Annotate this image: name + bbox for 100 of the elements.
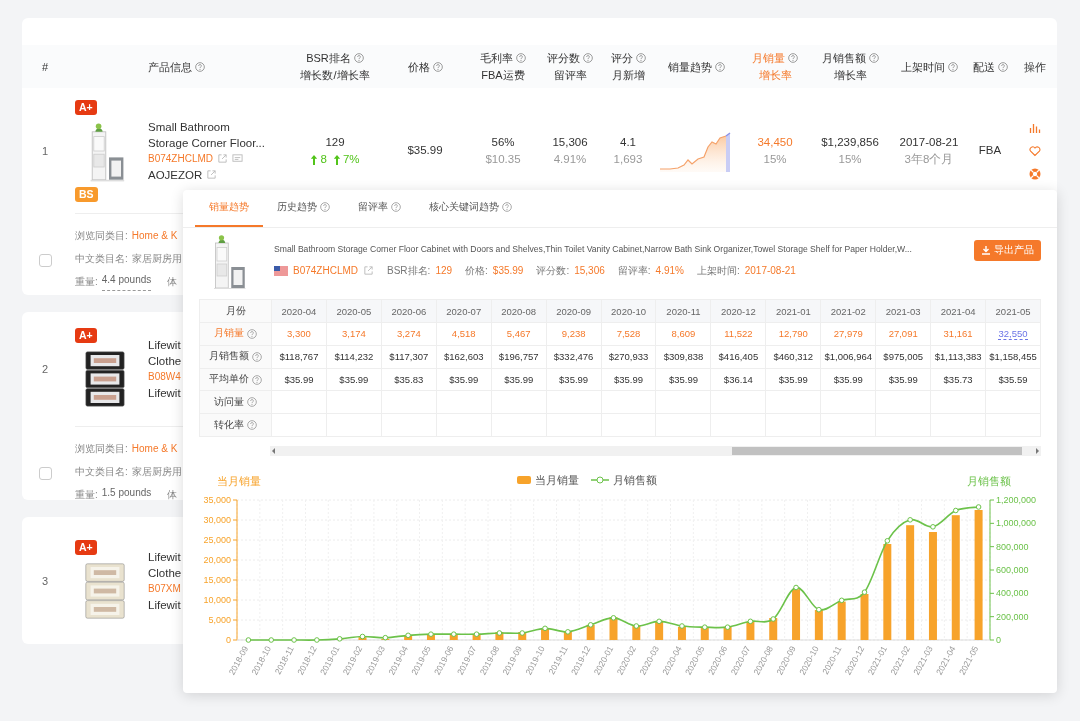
table-cell: $35.73 — [931, 368, 987, 392]
row-header: 月销量 — [214, 327, 244, 341]
column-subheader: 增长率 — [758, 68, 792, 82]
column-header: 2020-12 — [711, 300, 767, 324]
axis-tick-label: 35,000 — [203, 495, 231, 505]
table-cell: $1,006,964 — [821, 345, 877, 369]
column-header: 月销售额 — [821, 51, 866, 65]
axis-tick-label: 15,000 — [203, 575, 231, 585]
column-header: 操作 — [1023, 59, 1046, 74]
detail-label: 浏览同类目: — [75, 442, 128, 456]
product-badge: A+ — [75, 539, 97, 555]
product-title: Clothe — [148, 354, 182, 369]
table-cell: $35.99 — [546, 368, 602, 392]
column-header: 2020-10 — [601, 300, 657, 324]
table-cell: $35.99 — [876, 368, 932, 392]
axis-tick-label: 25,000 — [203, 535, 231, 545]
weight-value: 1.5 pounds — [101, 485, 152, 500]
detail-label: 重量: — [75, 488, 98, 500]
column-header: 月销量 — [752, 51, 785, 65]
table-cell: 4,518 — [436, 323, 492, 346]
axis-tick-label: 800,000 — [996, 541, 1029, 552]
brand-name: Lifewit — [148, 597, 181, 613]
table-cell: 31,161 — [931, 323, 987, 346]
table-cell: $118,767 — [272, 345, 327, 369]
table-cell: 7,528 — [601, 323, 657, 346]
axis-tick-label: 1,000,000 — [996, 518, 1037, 529]
weight-value: 4.4 pounds — [101, 272, 152, 291]
table-cell: $270,933 — [601, 345, 657, 369]
table-cell: $35.99 — [821, 368, 877, 392]
table-cell: 27,979 — [821, 323, 877, 346]
product-badge: A+ — [75, 328, 97, 343]
stat-label: 价格: — [465, 263, 488, 278]
axis-tick-label: 600,000 — [996, 565, 1029, 575]
row-header: 访问量 — [214, 395, 244, 409]
table-cell: $35.99 — [272, 368, 327, 392]
detail-label: 体 — [167, 488, 178, 500]
column-header: 销量趋势 — [667, 59, 712, 74]
axis-tick-label: 1,200,000 — [996, 495, 1037, 505]
table-cell: $35.99 — [766, 368, 822, 392]
stat-value: 129 — [435, 265, 453, 276]
column-subheader: FBA运费 — [481, 68, 525, 82]
table-cell: 3,274 — [381, 323, 437, 346]
fba-fee: $10.35 — [485, 151, 521, 167]
stat-label: 上架时间: — [696, 263, 740, 278]
monthly-sales: 34,450 — [757, 134, 793, 150]
column-header: 2020-08 — [491, 300, 547, 324]
revenue-growth: 15% — [838, 151, 862, 167]
detail-label: 重量: — [75, 275, 98, 289]
product-title: Small Bathroom Storage Corner Floor Cabinet with Doors and Shelves,Thin Toilet Vanity Cabinet,Narrow Bath Sink Organizer,Towel Storage Shelf for Paper Holder,W... — [274, 243, 913, 255]
column-header: 配送 — [972, 59, 995, 74]
column-header: 2020-09 — [546, 300, 602, 324]
row-header: 月份 — [225, 304, 246, 318]
stat-value: 2017-08-21 — [744, 265, 796, 276]
table-cell: 27,091 — [876, 323, 932, 346]
table-cell: $309,838 — [656, 345, 712, 369]
column-header: 评分 — [610, 51, 633, 65]
column-header: 2020-07 — [436, 300, 492, 324]
table-cell: $1,158,455 — [986, 345, 1041, 369]
column-subheader: 增长数/增长率 — [300, 68, 370, 82]
stat-label: 留评率: — [617, 263, 651, 278]
table-cell: $36.14 — [711, 368, 767, 392]
column-header: 上架时间 — [900, 59, 945, 74]
detail-label: 中文类目名: — [75, 465, 128, 479]
table-cell: $35.99 — [601, 368, 657, 392]
category-name: 家居厨房用 — [131, 465, 182, 479]
product-title: Lifewit — [148, 338, 181, 353]
review-rate: 4.91% — [553, 151, 587, 167]
axis-tick-label: 200,000 — [996, 611, 1029, 622]
table-cell: 32,550 — [986, 323, 1041, 346]
review-count: 15,306 — [552, 134, 588, 150]
column-subheader: 月新增 — [611, 68, 645, 82]
price: $35.99 — [407, 143, 443, 158]
table-cell: $35.99 — [326, 368, 382, 392]
product-badge: A+ — [75, 99, 97, 115]
column-header: 2020-11 — [656, 300, 712, 324]
table-cell: 3,174 — [326, 323, 382, 346]
axis-tick-label: 400,000 — [996, 588, 1029, 599]
table-cell: $117,307 — [381, 345, 437, 369]
column-header: 2021-03 — [876, 300, 932, 324]
row-header: 月销售额 — [209, 350, 249, 364]
table-cell: $35.99 — [656, 368, 712, 392]
table-cell: 5,467 — [491, 323, 547, 346]
brand-name: AOJEZOR — [148, 167, 203, 183]
product-title: Lifewit — [148, 549, 181, 565]
new-ratings: 1,693 — [613, 151, 643, 167]
profit-margin: 56% — [491, 134, 515, 150]
delivery-method: FBA — [978, 143, 1002, 158]
column-subheader: 留评率 — [553, 68, 587, 82]
axis-title: 当月销量 — [217, 475, 261, 487]
table-cell: $35.99 — [436, 368, 492, 392]
column-header: 2021-02 — [821, 300, 877, 324]
axis-tick-label: 20,000 — [203, 555, 231, 565]
row-header: 平均单价 — [209, 373, 249, 387]
listing-date: 2017-08-21 — [899, 134, 959, 150]
table-cell: $35.59 — [986, 368, 1041, 392]
detail-label: 中文类目名: — [75, 252, 128, 266]
bsr-change: 8 — [320, 151, 327, 167]
column-header: 2021-01 — [766, 300, 822, 324]
axis-tick-label: 30,000 — [203, 515, 231, 525]
axis-title: 月销售额 — [967, 475, 1011, 487]
